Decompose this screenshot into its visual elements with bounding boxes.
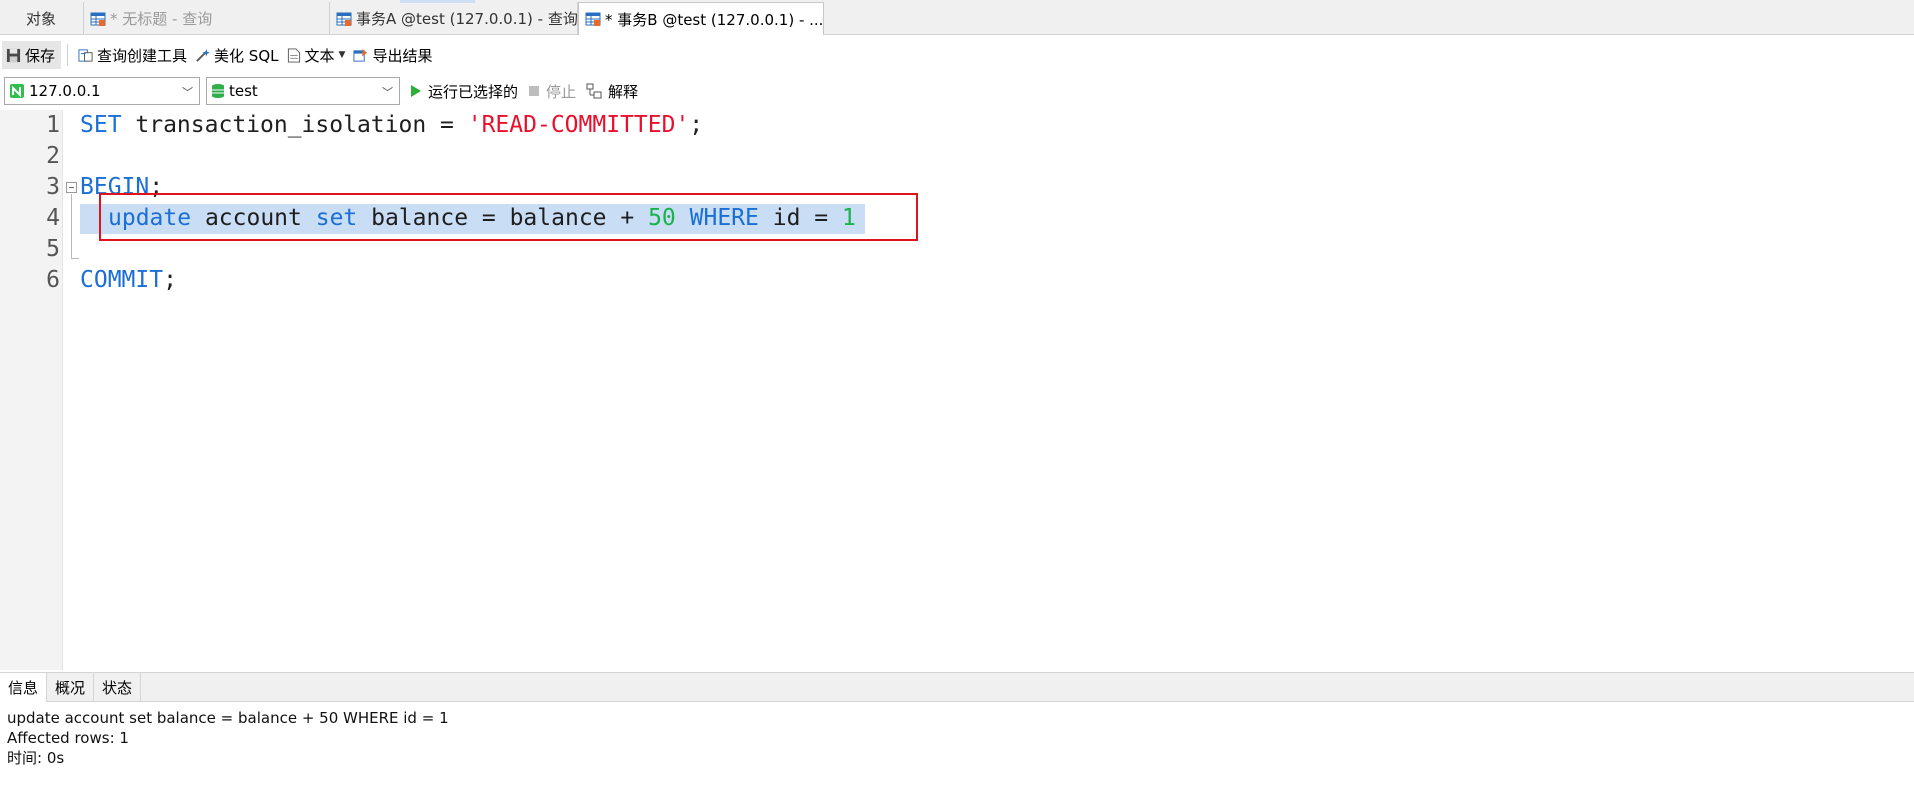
tab-info[interactable]: 信息 [0,673,48,702]
run-selected-button[interactable]: 运行已选择的 [410,81,518,102]
caret-down-icon: ▼ [338,50,346,60]
explain-icon [586,83,602,99]
save-button[interactable]: 保存 [2,41,62,69]
toolbar-separator [67,44,69,66]
line-number: 4 [46,205,60,231]
code-line-1[interactable]: SET transaction_isolation = 'READ-COMMIT… [80,112,703,138]
stop-button[interactable]: 停止 [528,81,576,102]
tab-objects[interactable]: 对象 [0,2,84,35]
query-builder-button[interactable]: 查询创建工具 [74,41,191,69]
query-table-icon [90,12,106,26]
tab-transaction-a[interactable]: 事务A @test (127.0.0.1) - 查询 [330,2,578,35]
query-toolbar: 保存 查询创建工具 美化 SQL 文本 ▼ 导出结果 [0,37,1914,73]
tab-profile[interactable]: 概况 [47,673,95,702]
fold-toggle-icon[interactable] [66,182,77,193]
query-builder-icon [78,48,93,62]
line-number: 5 [46,236,60,262]
output-affected-rows: Affected rows: 1 [7,729,129,747]
query-table-icon [336,12,352,26]
chevron-down-icon: ﹀ [382,86,393,99]
tab-label: 对象 [26,10,57,28]
database-icon [212,84,224,98]
line-number: 1 [46,112,60,138]
mysql-connection-icon [10,84,24,98]
sql-editor[interactable]: 1 2 3 4 5 6 SET transaction_isolation = … [0,110,1914,670]
tab-label: * 事务B @test (127.0.0.1) - ... [605,10,824,29]
line-number: 2 [46,143,60,169]
fold-guide [71,194,72,258]
tab-label: 事务A @test (127.0.0.1) - 查询 [356,10,578,28]
beautify-sql-button[interactable]: 美化 SQL [191,41,282,69]
document-icon [287,47,300,63]
chevron-down-icon: ﹀ [182,86,193,99]
output-time: 时间: 0s [7,749,65,767]
tab-untitled-query[interactable]: * 无标题 - 查询 [84,2,330,35]
fold-guide-end [71,258,79,259]
play-icon [411,85,421,97]
connection-select[interactable]: 127.0.0.1 ﹀ [4,77,200,105]
tab-transaction-b[interactable]: * 事务B @test (127.0.0.1) - ... [578,2,824,35]
document-tab-bar: 对象 * 无标题 - 查询 事务A @test (127.0.0.1) - 查询… [0,0,1914,35]
result-tab-bar: 信息 概况 状态 [0,672,1914,702]
tab-status[interactable]: 状态 [94,673,142,702]
export-results-button[interactable]: 导出结果 [349,41,436,69]
highlight-annotation-box [99,193,918,241]
query-table-icon [585,12,601,26]
export-icon [353,48,368,62]
line-number: 6 [46,267,60,293]
magic-wand-icon [196,48,211,62]
database-select[interactable]: test ﹀ [206,77,400,105]
line-number: 3 [46,174,60,200]
connection-toolbar: 127.0.0.1 ﹀ test ﹀ 运行已选择的 停止 解释 [0,74,1914,108]
output-sql-line: update account set balance = balance + 5… [7,709,449,727]
code-line-6[interactable]: COMMIT; [80,267,177,293]
line-number-gutter: 1 2 3 4 5 6 [0,110,63,670]
message-output: update account set balance = balance + 5… [7,708,449,768]
explain-button[interactable]: 解释 [586,81,638,102]
tab-label: * 无标题 - 查询 [110,10,213,28]
stop-icon [529,86,540,96]
save-icon [6,48,21,62]
text-menu-button[interactable]: 文本 ▼ [283,41,350,69]
